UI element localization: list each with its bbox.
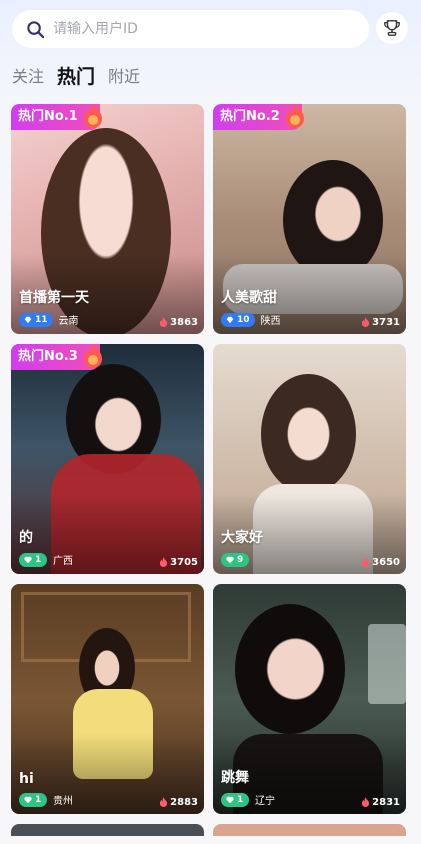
streamer-card[interactable]: 大家好 9 3650 <box>213 344 406 574</box>
rank-badge: 热门No.2 <box>213 104 304 130</box>
streamer-card[interactable]: 跳舞 1 辽宁 2831 <box>213 584 406 814</box>
fire-icon <box>83 104 102 128</box>
fire-icon <box>160 557 168 567</box>
streamer-name: 的 <box>19 530 33 546</box>
tab-nearby[interactable]: 附近 <box>108 64 140 90</box>
heart-icon <box>24 796 32 803</box>
popularity-count: 3705 <box>159 557 198 568</box>
level-badge: 1 <box>19 552 47 567</box>
diamond-icon <box>24 316 32 323</box>
streamer-card[interactable]: hi 1 贵州 2883 <box>11 584 204 814</box>
streamer-card[interactable] <box>11 824 204 836</box>
popularity-count: 3863 <box>159 317 198 328</box>
tab-following[interactable]: 关注 <box>12 64 44 90</box>
leaderboard-button[interactable] <box>376 12 408 44</box>
streamer-name: 跳舞 <box>221 770 249 786</box>
fire-icon <box>362 317 370 327</box>
search-input[interactable] <box>53 21 333 37</box>
streamer-card[interactable] <box>213 824 406 836</box>
popularity-count: 3650 <box>361 557 400 568</box>
region-label: 辽宁 <box>255 796 275 807</box>
search-bar[interactable] <box>12 10 369 48</box>
level-badge: 10 <box>221 312 255 327</box>
region-label: 贵州 <box>53 796 73 807</box>
region-label: 陕西 <box>260 316 281 327</box>
fire-icon <box>362 557 370 567</box>
streamer-name: 大家好 <box>221 530 263 546</box>
heart-icon <box>24 556 32 563</box>
fire-icon <box>160 797 168 807</box>
tab-hot[interactable]: 热门 <box>57 64 95 90</box>
popularity-count: 2831 <box>361 797 400 808</box>
rank-badge: 热门No.3 <box>11 344 102 370</box>
heart-icon <box>226 796 234 803</box>
level-badge: 9 <box>221 553 249 567</box>
fire-icon <box>362 797 370 807</box>
streamer-name: hi <box>19 771 34 787</box>
diamond-icon <box>226 316 234 323</box>
trophy-icon <box>384 20 400 36</box>
fire-icon <box>285 104 304 128</box>
popularity-count: 3731 <box>361 317 400 328</box>
heart-icon <box>226 556 234 564</box>
rank-badge: 热门No.1 <box>11 104 102 130</box>
level-badge: 1 <box>221 792 249 807</box>
streamer-card[interactable]: 热门No.1 首播第一天 11 云南 3863 <box>11 104 204 334</box>
tab-bar: 关注 热门 附近 <box>12 62 153 90</box>
popularity-count: 2883 <box>159 797 198 808</box>
level-badge: 11 <box>19 312 53 327</box>
streamer-card[interactable]: 热门No.2 人美歌甜 10 陕西 3731 <box>213 104 406 334</box>
fire-icon <box>83 344 102 368</box>
region-label: 广西 <box>53 556 73 567</box>
streamer-card[interactable]: 热门No.3 的 1 广西 3705 <box>11 344 204 574</box>
streamer-name: 人美歌甜 <box>221 290 277 306</box>
fire-icon <box>160 317 168 327</box>
search-icon <box>27 20 45 38</box>
level-badge: 1 <box>19 792 47 807</box>
streamer-name: 首播第一天 <box>19 290 89 306</box>
region-label: 云南 <box>58 316 79 327</box>
